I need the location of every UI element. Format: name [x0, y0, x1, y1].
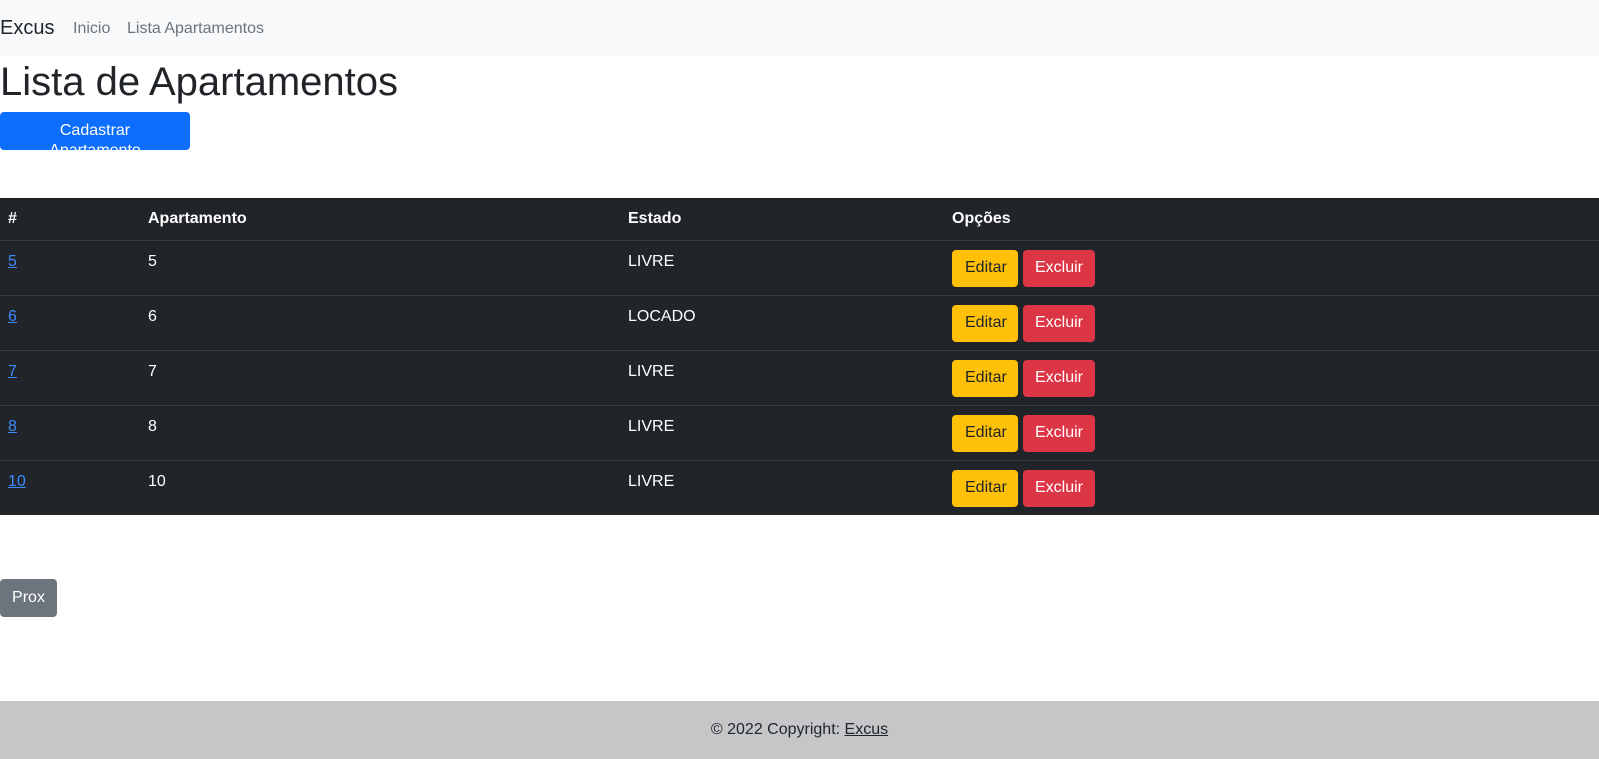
table-row: 6 6 LOCADO Editar Excluir — [0, 295, 1599, 351]
edit-button[interactable]: Editar — [952, 249, 1018, 287]
copyright-text: © 2022 Copyright: — [710, 721, 845, 738]
edit-button[interactable]: Editar — [952, 359, 1018, 397]
nav-link-lista-apartamentos[interactable]: Lista Apartamentos — [127, 19, 264, 39]
apartments-table: # Apartamento Estado Opções 5 5 LIVRE Ed… — [0, 198, 1599, 515]
row-id-link[interactable]: 6 — [8, 308, 17, 325]
edit-button[interactable]: Editar — [952, 304, 1018, 342]
column-header-estado: Estado — [620, 199, 944, 241]
table-header-row: # Apartamento Estado Opções — [0, 199, 1599, 241]
delete-button[interactable]: Excluir — [1023, 249, 1095, 287]
row-apartamento: 10 — [148, 472, 166, 490]
row-estado: LIVRE — [620, 350, 944, 406]
row-estado: LOCADO — [620, 295, 944, 351]
row-estado: LIVRE — [620, 405, 944, 461]
row-id-link[interactable]: 10 — [8, 473, 26, 490]
delete-button[interactable]: Excluir — [1023, 469, 1095, 507]
column-header-id: # — [0, 199, 140, 241]
delete-button[interactable]: Excluir — [1023, 414, 1095, 452]
edit-button[interactable]: Editar — [952, 469, 1018, 507]
delete-button[interactable]: Excluir — [1023, 359, 1095, 397]
nav-link-inicio[interactable]: Inicio — [73, 19, 110, 39]
row-options: Editar Excluir — [944, 295, 1599, 351]
column-header-apartamento: Apartamento — [140, 199, 620, 241]
row-options: Editar Excluir — [944, 350, 1599, 406]
footer: © 2022 Copyright: Excus — [0, 701, 1599, 759]
row-options: Editar Excluir — [944, 240, 1599, 296]
row-estado: LIVRE — [628, 472, 675, 490]
row-options: Editar Excluir — [944, 460, 1599, 515]
footer-brand-link[interactable]: Excus — [845, 721, 889, 738]
next-page-button[interactable]: Prox — [0, 579, 57, 617]
row-id-link[interactable]: 5 — [8, 253, 17, 270]
table-row: 10 10 LIVRE Editar Excluir — [0, 460, 1599, 515]
row-options: Editar Excluir — [944, 405, 1599, 461]
edit-button[interactable]: Editar — [952, 414, 1018, 452]
table-row: 8 8 LIVRE Editar Excluir — [0, 405, 1599, 461]
row-estado: LIVRE — [620, 240, 944, 296]
row-apartamento: 5 — [140, 240, 620, 296]
row-apartamento: 6 — [140, 295, 620, 351]
navbar: Excus Inicio Lista Apartamentos — [0, 0, 1599, 56]
brand-link[interactable]: Excus — [0, 16, 54, 40]
table-row: 7 7 LIVRE Editar Excluir — [0, 350, 1599, 406]
column-header-opcoes: Opções — [944, 199, 1599, 241]
row-apartamento: 8 — [140, 405, 620, 461]
delete-button[interactable]: Excluir — [1023, 304, 1095, 342]
row-apartamento: 7 — [140, 350, 620, 406]
row-id-link[interactable]: 7 — [8, 363, 17, 380]
table-row: 5 5 LIVRE Editar Excluir — [0, 240, 1599, 296]
page-title: Lista de Apartamentos — [0, 60, 399, 104]
row-id-link[interactable]: 8 — [8, 418, 17, 435]
add-apartment-button[interactable]: Cadastrar Apartamento — [0, 112, 190, 159]
